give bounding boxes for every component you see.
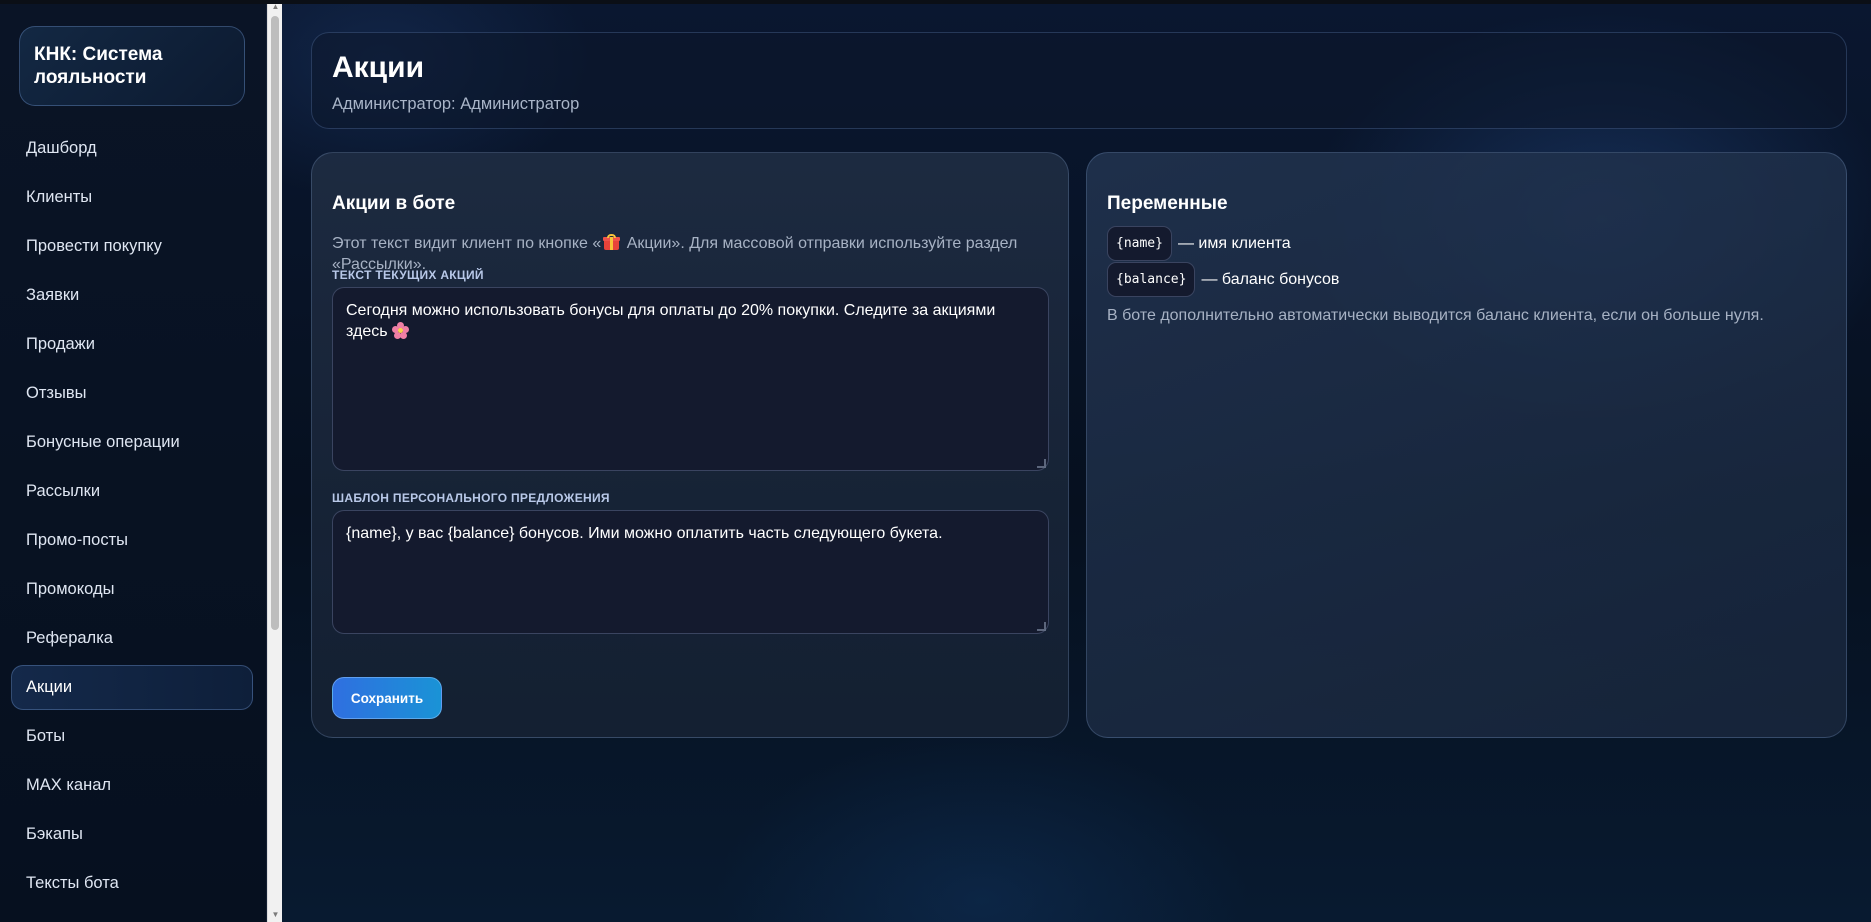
page-subtitle: Администратор: Администратор <box>332 95 580 113</box>
gift-icon <box>603 234 621 250</box>
variable-token-balance: {balance} <box>1107 262 1196 297</box>
current-promotions-label: ТЕКСТ ТЕКУЩИХ АКЦИЙ <box>332 268 484 282</box>
personal-offer-template-label: ШАБЛОН ПЕРСОНАЛЬНОГО ПРЕДЛОЖЕНИЯ <box>332 491 610 505</box>
variable-desc-balance: — баланс бонусов <box>1201 270 1340 288</box>
variable-token-name: {name} <box>1107 226 1172 261</box>
promotions-card-title: Акции в боте <box>332 193 456 214</box>
sidebar-scrollbar[interactable]: ▲ ▼ <box>267 0 282 922</box>
window-top-edge <box>0 0 1871 4</box>
current-promotions-text: Сегодня можно использовать бонусы для оп… <box>346 302 996 340</box>
sidebar-item-bot-texts[interactable]: Тексты бота <box>11 861 253 906</box>
page-title: Акции <box>332 51 425 84</box>
variable-row-name: {name} — имя клиента <box>1107 226 1291 261</box>
sidebar-item-reviews[interactable]: Отзывы <box>11 371 253 416</box>
sidebar-item-sales[interactable]: Продажи <box>11 322 253 367</box>
sidebar-item-promo-codes[interactable]: Промокоды <box>11 567 253 612</box>
flower-icon <box>392 322 410 339</box>
resize-handle-icon[interactable] <box>1037 459 1046 468</box>
sidebar-item-bonus-operations[interactable]: Бонусные операции <box>11 420 253 465</box>
personal-offer-template-text: {name}, у вас {balance} бонусов. Ими мож… <box>346 525 943 542</box>
sidebar-item-requests[interactable]: Заявки <box>11 273 253 318</box>
description-button-name: Акции <box>626 235 672 252</box>
sidebar-item-clients[interactable]: Клиенты <box>11 175 253 220</box>
sidebar-nav: Дашборд Клиенты Провести покупку Заявки … <box>11 126 253 910</box>
variable-desc-name: — имя клиента <box>1177 234 1291 252</box>
sidebar-item-max-channel[interactable]: MAX канал <box>11 763 253 808</box>
sidebar-item-make-purchase[interactable]: Провести покупку <box>11 224 253 269</box>
main-content: Акции Администратор: Администратор Акции… <box>282 0 1871 922</box>
sidebar-item-dashboard[interactable]: Дашборд <box>11 126 253 171</box>
page-header: Акции Администратор: Администратор <box>311 32 1847 129</box>
description-text-start: Этот текст видит клиент по кнопке « <box>332 235 602 252</box>
scroll-down-arrow-icon[interactable]: ▼ <box>268 908 283 922</box>
sidebar-item-promotions[interactable]: Акции <box>11 665 253 710</box>
variables-card-title: Переменные <box>1107 193 1228 214</box>
personal-offer-template-textarea[interactable]: {name}, у вас {balance} бонусов. Ими мож… <box>332 510 1049 634</box>
sidebar-item-backups[interactable]: Бэкапы <box>11 812 253 857</box>
resize-handle-icon[interactable] <box>1037 622 1046 631</box>
sidebar: КНК: Система лояльности Дашборд Клиенты … <box>0 0 267 922</box>
current-promotions-textarea[interactable]: Сегодня можно использовать бонусы для оп… <box>332 287 1049 471</box>
app-title: КНК: Система лояльности <box>19 26 245 106</box>
variables-note: В боте дополнительно автоматически вывод… <box>1107 307 1764 324</box>
save-button[interactable]: Сохранить <box>332 677 442 719</box>
sidebar-item-bots[interactable]: Боты <box>11 714 253 759</box>
variable-row-balance: {balance} — баланс бонусов <box>1107 262 1339 297</box>
variables-card: Переменные {name} — имя клиента {balance… <box>1086 152 1847 738</box>
scrollbar-thumb[interactable] <box>271 16 279 630</box>
sidebar-item-referral[interactable]: Рефералка <box>11 616 253 661</box>
sidebar-item-promo-posts[interactable]: Промо-посты <box>11 518 253 563</box>
sidebar-item-mailings[interactable]: Рассылки <box>11 469 253 514</box>
promotions-card: Акции в боте Этот текст видит клиент по … <box>311 152 1069 738</box>
